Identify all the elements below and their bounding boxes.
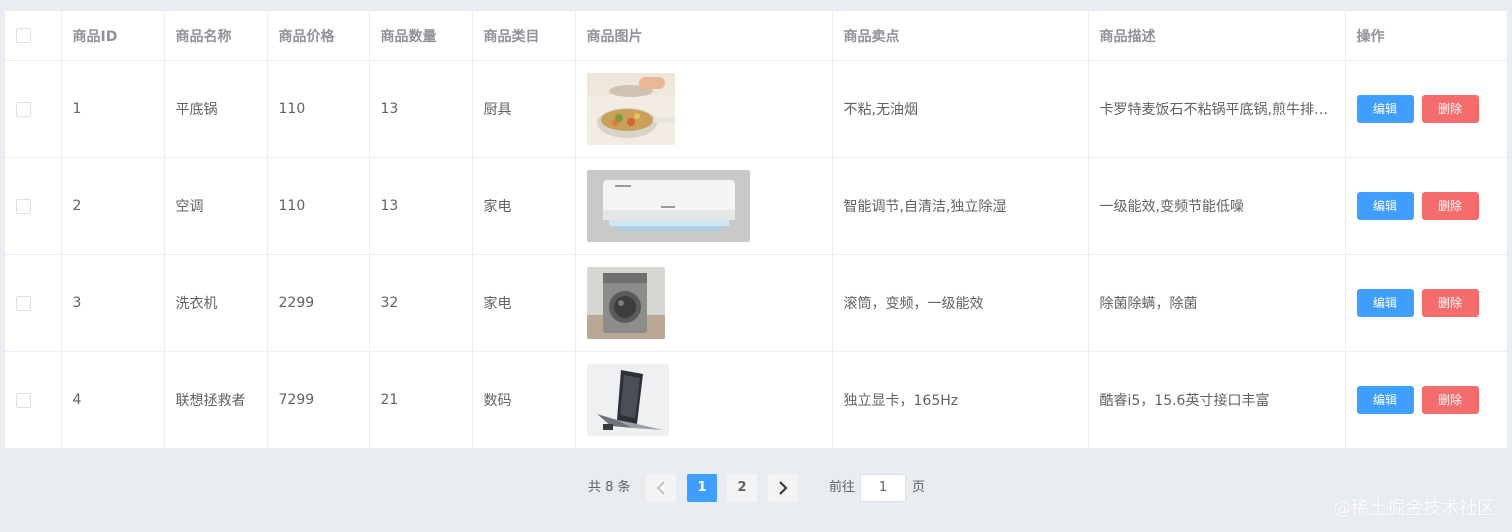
page-button-1[interactable]: 1 bbox=[687, 474, 717, 502]
row-checkbox[interactable] bbox=[16, 295, 31, 311]
cell-id: 3 bbox=[61, 254, 165, 352]
cell-image bbox=[575, 157, 833, 255]
pagination-total: 共 8 条 bbox=[588, 480, 631, 495]
prev-page-button[interactable] bbox=[646, 474, 676, 502]
cell-id: 4 bbox=[61, 351, 165, 449]
edit-button[interactable]: 编辑 bbox=[1356, 95, 1414, 123]
cell-image bbox=[575, 254, 833, 352]
delete-button[interactable]: 删除 bbox=[1421, 192, 1479, 220]
washing-machine-image[interactable] bbox=[586, 267, 665, 339]
cell-selling-point: 不粘,无油烟 bbox=[832, 60, 1089, 158]
edit-button[interactable]: 编辑 bbox=[1356, 386, 1414, 414]
header-category[interactable]: 商品类目 bbox=[472, 11, 576, 61]
header-id[interactable]: 商品ID bbox=[61, 11, 165, 61]
cell-name: 空调 bbox=[164, 157, 268, 255]
header-price[interactable]: 商品价格 bbox=[267, 11, 370, 61]
header-description[interactable]: 商品描述 bbox=[1088, 11, 1346, 61]
table-row[interactable]: 2 空调 110 13 家电 智能调节,自清洁,独立除湿 一级能效,变频节能低噪… bbox=[5, 157, 1507, 255]
cell-image bbox=[575, 351, 833, 449]
row-checkbox[interactable] bbox=[16, 198, 31, 214]
header-name[interactable]: 商品名称 bbox=[164, 11, 268, 61]
cell-id: 2 bbox=[61, 157, 165, 255]
cell-category: 家电 bbox=[472, 254, 576, 352]
cell-quantity: 32 bbox=[369, 254, 473, 352]
cell-image bbox=[575, 60, 833, 158]
header-image[interactable]: 商品图片 bbox=[575, 11, 833, 61]
select-all-checkbox[interactable] bbox=[16, 28, 31, 43]
chevron-right-icon bbox=[779, 481, 788, 495]
cell-quantity: 21 bbox=[369, 351, 473, 449]
cell-description: 酷睿i5，15.6英寸接口丰富 bbox=[1088, 351, 1346, 449]
cell-name: 平底锅 bbox=[164, 60, 268, 158]
row-select-cell[interactable] bbox=[5, 60, 62, 158]
watermark: @稀土掘金技术社区 bbox=[1333, 498, 1495, 519]
row-select-cell[interactable] bbox=[5, 351, 62, 449]
cell-name: 洗衣机 bbox=[164, 254, 268, 352]
cell-price: 110 bbox=[267, 60, 370, 158]
header-selling-point[interactable]: 商品卖点 bbox=[832, 11, 1089, 61]
air-conditioner-image[interactable] bbox=[586, 170, 750, 242]
header-quantity[interactable]: 商品数量 bbox=[369, 11, 473, 61]
cell-actions: 编辑 删除 bbox=[1345, 157, 1507, 255]
pan-image[interactable] bbox=[586, 73, 675, 145]
cell-price: 2299 bbox=[267, 254, 370, 352]
table-row[interactable]: 1 平底锅 110 13 厨具 不粘,无油烟 卡罗特麦饭石不粘锅平底锅,煎牛排…… bbox=[5, 60, 1507, 158]
edit-button[interactable]: 编辑 bbox=[1356, 192, 1414, 220]
cell-quantity: 13 bbox=[369, 157, 473, 255]
cell-category: 厨具 bbox=[472, 60, 576, 158]
row-select-cell[interactable] bbox=[5, 254, 62, 352]
cell-description: 除菌除螨，除菌 bbox=[1088, 254, 1346, 352]
row-checkbox[interactable] bbox=[16, 392, 31, 408]
row-checkbox[interactable] bbox=[16, 101, 31, 117]
product-table: 商品ID 商品名称 商品价格 商品数量 商品类目 商品图片 商品卖点 商品描述 … bbox=[5, 11, 1507, 449]
cell-name: 联想拯救者 bbox=[164, 351, 268, 449]
cell-quantity: 13 bbox=[369, 60, 473, 158]
goto-suffix: 页 bbox=[912, 480, 926, 495]
next-page-button[interactable] bbox=[768, 474, 798, 502]
table-header-row: 商品ID 商品名称 商品价格 商品数量 商品类目 商品图片 商品卖点 商品描述 … bbox=[5, 11, 1507, 61]
header-actions: 操作 bbox=[1345, 11, 1507, 61]
delete-button[interactable]: 删除 bbox=[1421, 289, 1479, 317]
goto-page-input[interactable]: 1 bbox=[860, 474, 906, 502]
cell-actions: 编辑 删除 bbox=[1345, 254, 1507, 352]
page-button-2[interactable]: 2 bbox=[727, 474, 757, 502]
cell-price: 7299 bbox=[267, 351, 370, 449]
cell-description: 卡罗特麦饭石不粘锅平底锅,煎牛排… bbox=[1088, 60, 1346, 158]
edit-button[interactable]: 编辑 bbox=[1356, 289, 1414, 317]
laptop-image[interactable] bbox=[586, 364, 669, 436]
header-select-all[interactable] bbox=[5, 11, 62, 61]
table-row[interactable]: 4 联想拯救者 7299 21 数码 独立显卡，165Hz 酷睿i5，15.6英… bbox=[5, 351, 1507, 449]
cell-selling-point: 智能调节,自清洁,独立除湿 bbox=[832, 157, 1089, 255]
cell-category: 家电 bbox=[472, 157, 576, 255]
row-select-cell[interactable] bbox=[5, 157, 62, 255]
delete-button[interactable]: 删除 bbox=[1421, 95, 1479, 123]
cell-actions: 编辑 删除 bbox=[1345, 351, 1507, 449]
cell-price: 110 bbox=[267, 157, 370, 255]
pagination: 共 8 条 1 2 前往 1 页 bbox=[0, 474, 1512, 502]
table-row[interactable]: 3 洗衣机 2299 32 家电 滚筒，变频，一级能效 除菌除螨，除菌 编辑 删… bbox=[5, 254, 1507, 352]
cell-selling-point: 滚筒，变频，一级能效 bbox=[832, 254, 1089, 352]
goto-label: 前往 bbox=[829, 480, 856, 495]
delete-button[interactable]: 删除 bbox=[1421, 386, 1479, 414]
chevron-left-icon bbox=[656, 481, 665, 495]
cell-actions: 编辑 删除 bbox=[1345, 60, 1507, 158]
cell-category: 数码 bbox=[472, 351, 576, 449]
cell-selling-point: 独立显卡，165Hz bbox=[832, 351, 1089, 449]
cell-id: 1 bbox=[61, 60, 165, 158]
cell-description: 一级能效,变频节能低噪 bbox=[1088, 157, 1346, 255]
